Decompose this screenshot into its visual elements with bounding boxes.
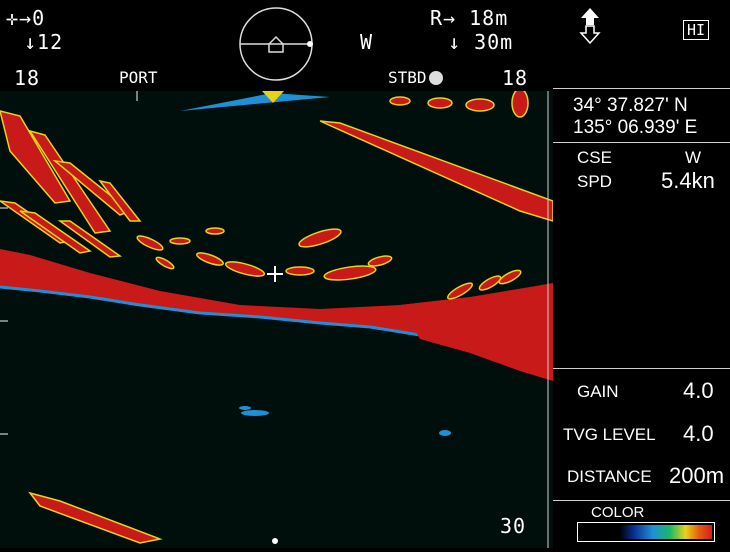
heading-readout: W [360, 30, 374, 54]
gain-label: GAIN [577, 382, 619, 401]
scale-right-label: 18 [502, 66, 529, 90]
tvg-level-label: TVG LEVEL [563, 425, 656, 444]
ship-direction-icon [579, 8, 601, 44]
depth-scale-marker: 30 [500, 514, 527, 538]
range-depth-readout: ↓ 30m [448, 30, 514, 54]
distance-value: 200m [669, 463, 725, 488]
heading-compass-icon [239, 7, 313, 81]
sonar-echo-display[interactable]: 30 [0, 88, 554, 548]
crosshair-icon: ✛ [6, 6, 20, 30]
echo-image [0, 88, 554, 548]
mode-badge[interactable]: HI [683, 20, 710, 40]
latitude: 34° 37.827' N [573, 95, 688, 116]
position-readout: 34° 37.827' N 135° 06.939' E [573, 95, 697, 139]
port-label: PORT [119, 68, 158, 87]
longitude: 135° 06.939' E [573, 117, 698, 138]
speed-value: 5.4kn [661, 168, 715, 193]
course-value: W [685, 148, 702, 167]
gain-value: 4.0 [683, 378, 714, 403]
stbd-label: STBD [388, 68, 443, 87]
scale-left-label: 18 [14, 66, 41, 90]
speed-label: SPD [577, 172, 612, 191]
cursor-depth-readout: ↓12 [24, 30, 64, 54]
stbd-dot-icon [428, 71, 443, 85]
distance-label: DISTANCE [567, 467, 652, 486]
color-scale-bar [577, 522, 715, 542]
color-label: COLOR [591, 504, 645, 521]
tvg-level-value: 4.0 [683, 421, 714, 446]
cursor-horizontal-readout: ✛→0 [6, 6, 46, 30]
course-label: CSE [577, 148, 612, 167]
info-panel: HI 34° 37.827' N 135° 06.939' E CSE W SP… [553, 0, 730, 548]
range-horizontal-readout: R→ 18m [430, 6, 509, 30]
